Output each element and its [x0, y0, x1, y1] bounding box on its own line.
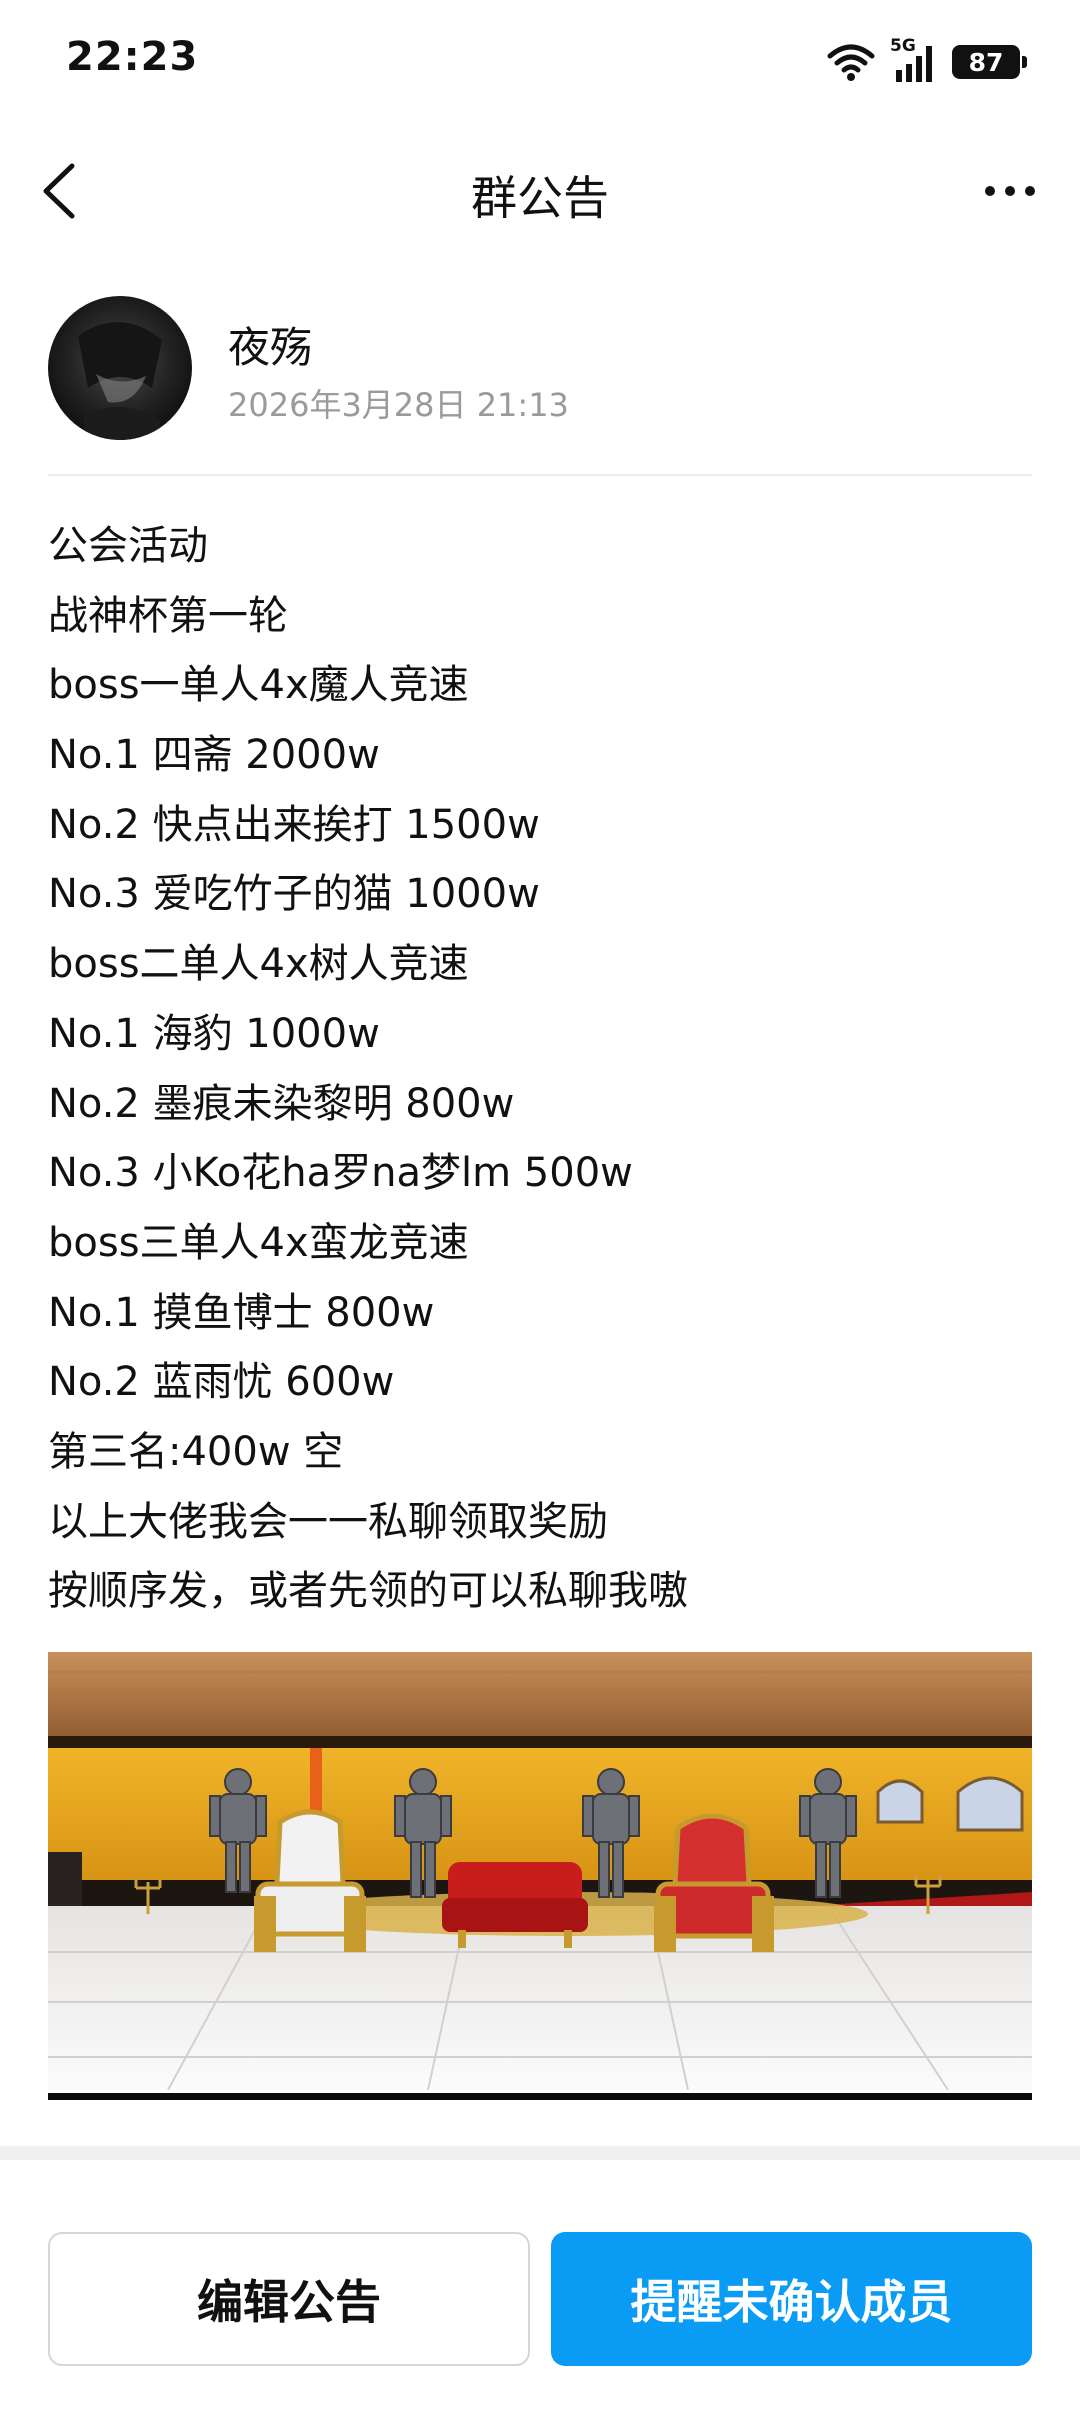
announcement-line: No.3 爱吃竹子的猫 1000w — [48, 871, 540, 918]
announcement-line: boss二单人4x树人竞速 — [48, 941, 469, 988]
announcement-line: boss一单人4x魔人竞速 — [48, 662, 469, 709]
avatar[interactable] — [48, 296, 192, 440]
battery-level: 87 — [968, 47, 1004, 77]
announcement-line: 战神杯第一轮 — [48, 592, 288, 639]
section-separator — [0, 2146, 1080, 2160]
announcement-body: 公会活动 战神杯第一轮 boss一单人4x魔人竞速 No.1 四斋 2000w … — [48, 515, 1038, 1630]
announcement-line: 第三名:400w 空 — [48, 1428, 344, 1475]
announcement-line: 公会活动 — [48, 523, 208, 569]
title-bar: 群公告 — [0, 128, 1080, 256]
more-button[interactable] — [970, 156, 1050, 226]
divider — [48, 474, 1032, 476]
status-icons: 5G 87 — [826, 36, 1027, 86]
announcement-line: 以上大佬我会一一私聊领取奖励 — [48, 1498, 608, 1545]
announcement-line: No.1 摸鱼博士 800w — [48, 1289, 435, 1336]
announcement-line: No.2 蓝雨忧 600w — [48, 1359, 395, 1406]
post-timestamp: 2026年3月28日 21:13 — [228, 386, 569, 424]
edit-announcement-button[interactable]: 编辑公告 — [48, 2232, 530, 2366]
signal-icon: 5G — [890, 36, 938, 84]
remind-unconfirmed-button[interactable]: 提醒未确认成员 — [551, 2232, 1032, 2366]
announcement-line: No.2 墨痕未染黎明 800w — [48, 1080, 515, 1127]
status-bar: 22:23 5G 87 — [0, 0, 1080, 128]
announcement-line: No.3 小Ko花ha罗na梦lm 500w — [48, 1150, 633, 1197]
page-title: 群公告 — [471, 171, 609, 225]
wifi-icon — [827, 44, 875, 81]
announcement-line: No.1 四斋 2000w — [48, 732, 380, 779]
author-name[interactable]: 夜殇 — [228, 314, 312, 375]
more-horizontal-icon — [985, 186, 1035, 196]
status-time: 22:23 — [66, 34, 199, 80]
battery-icon: 87 — [952, 45, 1027, 79]
announcement-line: No.1 海豹 1000w — [48, 1010, 380, 1057]
announcement-line: 按顺序发，或者先领的可以私聊我嗷 — [48, 1568, 688, 1615]
announcement-line: No.2 快点出来挨打 1500w — [48, 801, 540, 848]
announcement-line: boss三单人4x蛮龙竞速 — [48, 1219, 469, 1266]
announcement-image[interactable] — [48, 1652, 1032, 2100]
